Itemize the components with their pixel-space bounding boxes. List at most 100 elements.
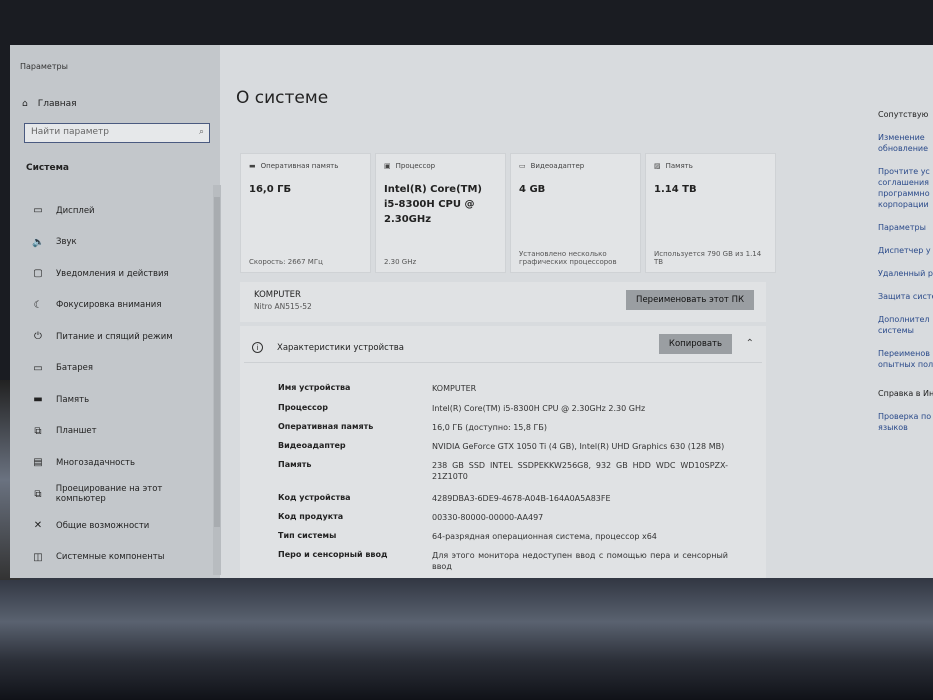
related-title: Сопутствую xyxy=(878,110,929,119)
sidebar-item[interactable]: ⏻ Питание и спящий режим xyxy=(32,321,212,353)
sidebar-item-label: Звук xyxy=(56,237,77,248)
settings-window: Параметры ⌂ Главная Найти параметр ⌕ Систе… xyxy=(10,45,933,578)
sidebar-item-label: Фокусировка внимания xyxy=(56,300,162,311)
spec-value: 64-разрядная операционная система, проце… xyxy=(432,532,657,541)
gpu-icon: ▭ xyxy=(519,162,526,170)
section-title: Система xyxy=(26,163,69,173)
spec-key: Процессор xyxy=(278,403,328,412)
home-icon: ⌂ xyxy=(22,99,28,109)
card-label: Оперативная память xyxy=(260,162,339,170)
card-value: Intel(R) Core(TM) i5-8300H CPU @ 2.30GHz xyxy=(384,184,482,225)
spec-value: 16,0 ГБ (доступно: 15,8 ГБ) xyxy=(432,423,548,432)
card-label: Видеоадаптер xyxy=(530,162,585,170)
sidebar-home[interactable]: ⌂ Главная xyxy=(22,99,77,109)
spec-key: Оперативная память xyxy=(278,422,374,431)
sidebar-item-label: Питание и спящий режим xyxy=(56,331,173,342)
help-link[interactable]: Проверка по языков xyxy=(878,411,933,433)
sidebar: Параметры ⌂ Главная Найти параметр ⌕ Систе… xyxy=(10,45,221,578)
sidebar-item[interactable]: ✕ Общие возможности xyxy=(32,510,212,542)
notification-icon: ▢ xyxy=(33,268,43,280)
sidebar-item[interactable]: ⧉ Проецирование на этот компьютер xyxy=(32,479,212,511)
sidebar-item[interactable]: ☾ Фокусировка внимания xyxy=(32,290,212,322)
search-input[interactable]: Найти параметр ⌕ xyxy=(24,123,210,143)
sidebar-item[interactable]: ▢ Уведомления и действия xyxy=(32,258,212,290)
related-link[interactable]: Изменение обновление xyxy=(878,132,933,154)
sidebar-item[interactable]: ◫ Системные компоненты xyxy=(32,542,212,574)
spec-value: KOMPUTER xyxy=(432,384,477,393)
spec-value: 00330-80000-00000-AA497 xyxy=(432,513,544,522)
page-title: О системе xyxy=(236,88,329,108)
card-subtext: Используется 790 GB из 1.14 TB xyxy=(654,250,762,266)
power-icon: ⏻ xyxy=(34,331,42,343)
spec-row: Оперативная память 16,0 ГБ (доступно: 15,… xyxy=(278,422,728,433)
battery-icon: ▭ xyxy=(33,362,43,374)
card-subtext: Установлено несколько графических процес… xyxy=(519,250,617,266)
summary-cards: ▬ Оперативная память 16,0 ГБ Скорость: 2667… xyxy=(240,153,776,273)
main-content: О системе ▬ Оперативная память 16,0 ГБ Скор… xyxy=(220,45,870,578)
card-label: Процессор xyxy=(395,162,436,170)
related-link[interactable]: Диспетчер у xyxy=(878,245,933,256)
moon-icon: ☾ xyxy=(33,299,43,311)
shared-icon: ✕ xyxy=(33,520,43,532)
sidebar-item[interactable]: ⧉ Планшет xyxy=(32,416,212,448)
related-link[interactable]: Удаленный р xyxy=(878,268,933,279)
monitor-icon: ▭ xyxy=(33,205,43,217)
sidebar-item-label: Батарея xyxy=(56,363,93,374)
spec-key: Тип системы xyxy=(278,531,337,540)
sidebar-item-label: Многозадачность xyxy=(56,457,135,468)
sidebar-item[interactable]: ▬ Память xyxy=(32,384,212,416)
spec-row: Видеоадаптер NVIDIA GeForce GTX 1050 Ti (… xyxy=(278,441,728,452)
sidebar-item-label: Системные компоненты xyxy=(56,552,165,563)
ram-icon: ▬ xyxy=(249,162,256,170)
spec-value: 4289DBA3-6DE9-4678-A04B-164A0A5A83FE xyxy=(432,494,611,503)
cpu-icon: ▣ xyxy=(384,162,391,170)
sidebar-item[interactable]: ▭ Батарея xyxy=(32,353,212,385)
related-link[interactable]: Дополнител системы xyxy=(878,314,933,336)
spec-key: Имя устройства xyxy=(278,383,351,392)
chevron-up-icon[interactable]: ⌃ xyxy=(746,338,754,349)
multitask-icon: ▤ xyxy=(33,457,43,469)
window-title: Параметры xyxy=(20,62,68,71)
pc-name-panel: KOMPUTER Nitro AN515-52 Переименовать эт… xyxy=(240,282,766,322)
card-value: 1.14 TB xyxy=(654,184,697,195)
related-link[interactable]: Защита систе xyxy=(878,291,933,302)
sidebar-item[interactable]: ▭ Дисплей xyxy=(32,195,212,227)
card-value: 16,0 ГБ xyxy=(249,184,292,195)
desktop-wallpaper xyxy=(0,570,933,700)
card-subtext: Скорость: 2667 МГц xyxy=(249,258,323,266)
disk-icon: ▨ xyxy=(654,162,661,170)
info-icon: i xyxy=(252,342,263,353)
home-label: Главная xyxy=(37,99,77,109)
summary-card: ▭ Видеоадаптер 4 GB Установлено несколько г… xyxy=(510,153,641,273)
sidebar-item[interactable]: ▤ Многозадачность xyxy=(32,447,212,479)
related-link[interactable]: Переименов опытных пол xyxy=(878,348,933,370)
spec-key: Код продукта xyxy=(278,512,344,521)
speaker-icon: 🔈 xyxy=(32,236,45,248)
spec-value: NVIDIA GeForce GTX 1050 Ti (4 GB), Intel… xyxy=(432,442,725,451)
copy-button[interactable]: Копировать xyxy=(658,334,732,354)
spec-row: Процессор Intel(R) Core(TM) i5-8300H CPU … xyxy=(278,403,728,414)
specs-title: Характеристики устройства xyxy=(277,342,404,353)
sidebar-item-label: Планшет xyxy=(56,426,97,437)
sidebar-nav: ▭ Дисплей 🔈 Звук ▢ Уведомления и действия ☾ Фок… xyxy=(32,195,212,573)
spec-key: Перо и сенсорный ввод xyxy=(278,550,388,559)
summary-card: ▬ Оперативная память 16,0 ГБ Скорость: 2667… xyxy=(240,153,371,273)
help-title: Справка в Ин xyxy=(878,389,933,398)
sidebar-item-label: Общие возможности xyxy=(56,520,150,531)
card-label: Память xyxy=(665,162,693,170)
tablet-icon: ⧉ xyxy=(34,425,42,437)
spec-row: Перо и сенсорный ввод Для этого монитора … xyxy=(278,550,728,572)
card-subtext: 2.30 GHz xyxy=(384,258,417,266)
components-icon: ◫ xyxy=(33,551,43,563)
related-link[interactable]: Прочтите ус соглашения программно корпор… xyxy=(878,166,933,210)
sidebar-item[interactable]: 🔈 Звук xyxy=(32,227,212,259)
device-specs-panel: i Характеристики устройства Копировать ⌃ … xyxy=(240,326,766,578)
spec-row: Код устройства 4289DBA3-6DE9-4678-A04B-16… xyxy=(278,493,728,504)
related-link[interactable]: Параметры xyxy=(878,222,933,233)
rename-pc-button[interactable]: Переименовать этот ПК xyxy=(626,290,754,310)
spec-row: Тип системы 64-разрядная операционная сис… xyxy=(278,531,728,542)
project-icon: ⧉ xyxy=(34,488,42,500)
search-placeholder: Найти параметр xyxy=(31,127,109,137)
summary-card: ▨ Память 1.14 TB Используется 790 GB из 1.1… xyxy=(645,153,776,273)
divider xyxy=(244,362,762,363)
